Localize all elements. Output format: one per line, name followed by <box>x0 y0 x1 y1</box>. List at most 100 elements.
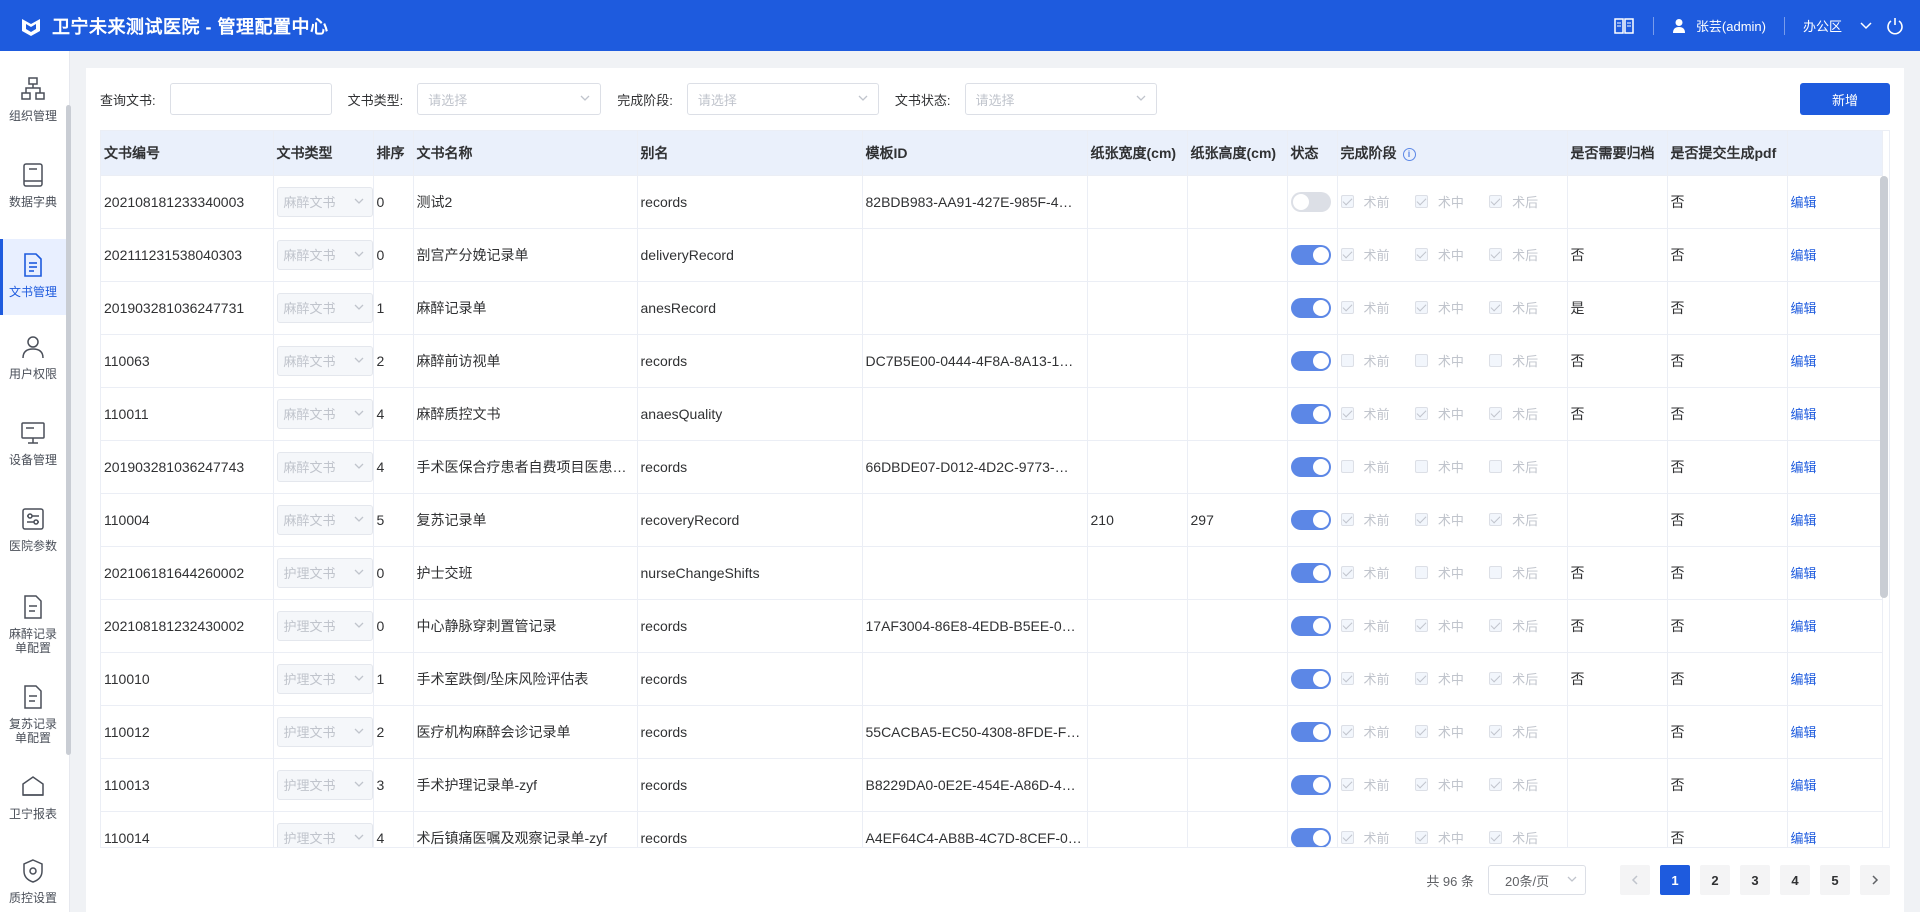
type-select[interactable]: 麻醉文书 <box>276 239 372 270</box>
page-button[interactable]: 1 <box>1660 865 1690 895</box>
sidebar-item-devices[interactable]: 设备管理 <box>0 413 66 479</box>
stage-checkbox[interactable]: 术后 <box>1489 245 1563 264</box>
stage-checkbox[interactable]: 术中 <box>1414 404 1489 423</box>
stage-checkbox[interactable]: 术前 <box>1340 563 1415 582</box>
stage-checkbox[interactable]: 术前 <box>1340 404 1415 423</box>
stage-checkbox[interactable]: 术后 <box>1489 351 1563 370</box>
status-toggle[interactable] <box>1290 668 1331 689</box>
stage-checkbox[interactable]: 术前 <box>1340 669 1415 688</box>
stage-checkbox[interactable]: 术后 <box>1489 722 1563 741</box>
status-toggle[interactable] <box>1290 297 1331 318</box>
type-select[interactable]: 护理文书 <box>276 557 372 588</box>
sidebar-item-reports[interactable]: 卫宁报表 <box>0 767 66 833</box>
type-select[interactable]: 麻醉文书 <box>276 451 372 482</box>
type-select[interactable]: 护理文书 <box>276 822 372 847</box>
stage-checkbox[interactable]: 术前 <box>1340 616 1415 635</box>
sidebar-item-documents[interactable]: 文书管理 <box>0 239 66 315</box>
status-select[interactable]: 请选择 <box>964 83 1157 115</box>
stage-checkbox[interactable]: 术后 <box>1489 669 1563 688</box>
status-toggle[interactable] <box>1290 244 1331 265</box>
prev-page-button[interactable] <box>1620 865 1650 895</box>
sidebar-item-dictionary[interactable]: 数据字典 <box>0 155 66 221</box>
stage-checkbox[interactable]: 术后 <box>1489 192 1563 211</box>
sidebar-item-hospital-params[interactable]: 医院参数 <box>0 499 66 565</box>
edit-link[interactable]: 编辑 <box>1791 619 1817 634</box>
add-button[interactable]: 新增 <box>1800 83 1890 115</box>
type-select[interactable]: 护理文书 <box>276 663 372 694</box>
edit-link[interactable]: 编辑 <box>1791 195 1817 210</box>
edit-link[interactable]: 编辑 <box>1791 672 1817 687</box>
stage-checkbox[interactable]: 术中 <box>1414 192 1489 211</box>
stage-checkbox[interactable]: 术后 <box>1489 616 1563 635</box>
edit-link[interactable]: 编辑 <box>1791 301 1817 316</box>
stage-checkbox[interactable]: 术前 <box>1340 775 1415 794</box>
status-toggle[interactable] <box>1290 774 1331 795</box>
edit-link[interactable]: 编辑 <box>1791 513 1817 528</box>
type-select[interactable]: 护理文书 <box>276 769 372 800</box>
power-icon[interactable] <box>1884 15 1906 37</box>
type-select[interactable]: 麻醉文书 <box>276 504 372 535</box>
stage-checkbox[interactable]: 术后 <box>1489 828 1563 847</box>
stage-checkbox[interactable]: 术中 <box>1414 351 1489 370</box>
sidebar-item-users[interactable]: 用户权限 <box>0 327 66 393</box>
type-select[interactable]: 护理文书 <box>276 716 372 747</box>
edit-link[interactable]: 编辑 <box>1791 460 1817 475</box>
stage-checkbox[interactable]: 术后 <box>1489 457 1563 476</box>
status-toggle[interactable] <box>1290 456 1331 477</box>
page-button[interactable]: 3 <box>1740 865 1770 895</box>
edit-link[interactable]: 编辑 <box>1791 566 1817 581</box>
status-toggle[interactable] <box>1290 562 1331 583</box>
stage-checkbox[interactable]: 术后 <box>1489 563 1563 582</box>
book-icon[interactable] <box>1613 15 1635 37</box>
info-icon[interactable]: i <box>1402 147 1416 161</box>
status-toggle[interactable] <box>1290 350 1331 371</box>
stage-checkbox[interactable]: 术中 <box>1414 616 1489 635</box>
stage-checkbox[interactable]: 术后 <box>1489 298 1563 317</box>
edit-link[interactable]: 编辑 <box>1791 831 1817 846</box>
stage-checkbox[interactable]: 术中 <box>1414 775 1489 794</box>
stage-checkbox[interactable]: 术中 <box>1414 510 1489 529</box>
type-select[interactable]: 麻醉文书 <box>276 345 372 376</box>
status-toggle[interactable] <box>1290 403 1331 424</box>
sidebar-item-org[interactable]: 组织管理 <box>0 69 66 135</box>
page-button[interactable]: 4 <box>1780 865 1810 895</box>
stage-checkbox[interactable]: 术中 <box>1414 828 1489 847</box>
sidebar-item-anesthesia-config[interactable]: 麻醉记录单配置 <box>0 587 66 667</box>
stage-checkbox[interactable]: 术前 <box>1340 192 1415 211</box>
sidebar-scrollbar[interactable] <box>66 105 71 755</box>
next-page-button[interactable] <box>1860 865 1890 895</box>
status-toggle[interactable] <box>1290 615 1331 636</box>
edit-link[interactable]: 编辑 <box>1791 354 1817 369</box>
status-toggle[interactable] <box>1290 191 1331 212</box>
stage-checkbox[interactable]: 术前 <box>1340 245 1415 264</box>
edit-link[interactable]: 编辑 <box>1791 407 1817 422</box>
type-select[interactable]: 麻醉文书 <box>276 398 372 429</box>
stage-checkbox[interactable]: 术中 <box>1414 563 1489 582</box>
edit-link[interactable]: 编辑 <box>1791 725 1817 740</box>
table-scrollbar[interactable] <box>1880 176 1888 598</box>
type-select[interactable]: 麻醉文书 <box>276 292 372 323</box>
stage-checkbox[interactable]: 术后 <box>1489 510 1563 529</box>
status-toggle[interactable] <box>1290 721 1331 742</box>
type-select[interactable]: 麻醉文书 <box>276 186 372 217</box>
sidebar-item-recovery-config[interactable]: 复苏记录单配置 <box>0 677 66 757</box>
stage-checkbox[interactable]: 术前 <box>1340 722 1415 741</box>
stage-checkbox[interactable]: 术前 <box>1340 510 1415 529</box>
page-button[interactable]: 2 <box>1700 865 1730 895</box>
page-size-select[interactable]: 20条/页 <box>1488 865 1586 895</box>
sidebar-item-quality[interactable]: 质控设置 <box>0 851 66 912</box>
stage-checkbox[interactable]: 术前 <box>1340 298 1415 317</box>
area-select[interactable]: 办公区 <box>1803 16 1872 35</box>
stage-checkbox[interactable]: 术中 <box>1414 298 1489 317</box>
stage-checkbox[interactable]: 术中 <box>1414 457 1489 476</box>
stage-checkbox[interactable]: 术前 <box>1340 828 1415 847</box>
type-select[interactable]: 请选择 <box>417 83 602 115</box>
type-select[interactable]: 护理文书 <box>276 610 372 641</box>
stage-checkbox[interactable]: 术后 <box>1489 775 1563 794</box>
stage-checkbox[interactable]: 术后 <box>1489 404 1563 423</box>
status-toggle[interactable] <box>1290 509 1331 530</box>
stage-checkbox[interactable]: 术中 <box>1414 245 1489 264</box>
edit-link[interactable]: 编辑 <box>1791 778 1817 793</box>
stage-select[interactable]: 请选择 <box>686 83 879 115</box>
stage-checkbox[interactable]: 术前 <box>1340 351 1415 370</box>
